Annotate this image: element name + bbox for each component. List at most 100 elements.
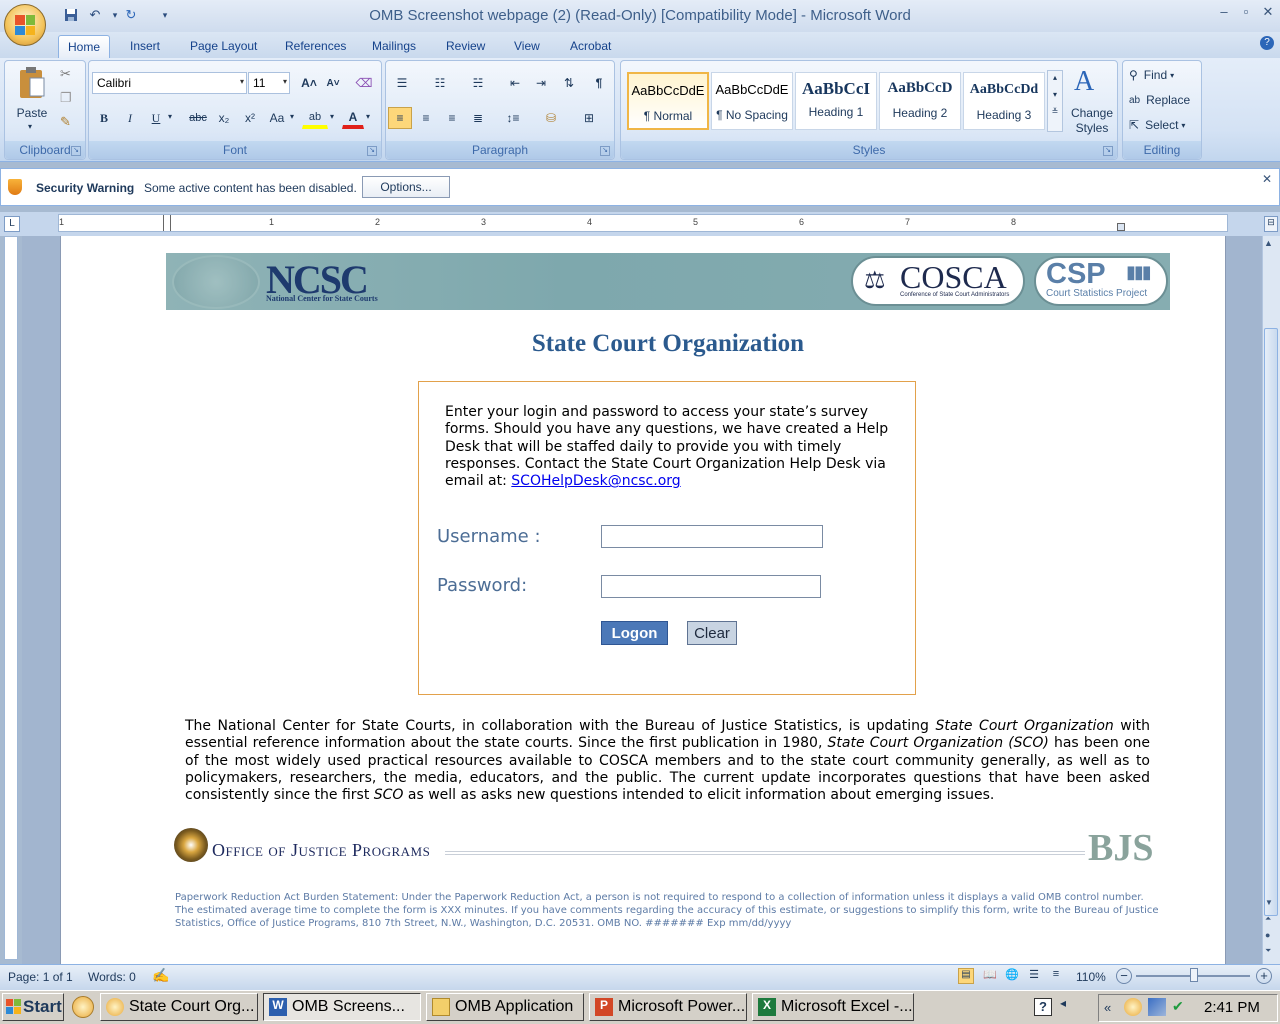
borders-icon[interactable]: ⊞ [574,107,604,129]
clear-button[interactable]: Clear [687,621,737,645]
subscript-button[interactable]: x₂ [214,107,234,129]
styles-more-icon[interactable]: ≚ [1048,107,1062,116]
styles-down-icon[interactable]: ▾ [1048,90,1062,99]
grow-font-button[interactable]: A˄ [298,72,320,94]
full-screen-reading-icon[interactable]: 📖 [982,968,998,984]
align-center-icon[interactable]: ≡ [414,107,438,129]
help-desk-email-link[interactable]: SCOHelpDesk@ncsc.org [511,473,680,489]
style-normal[interactable]: AaBbCcDdE ¶ Normal [627,72,709,130]
bold-button[interactable]: B [94,107,114,129]
shrink-font-button[interactable]: A˅ [322,72,344,94]
underline-dropdown-icon[interactable]: ▾ [168,112,172,121]
close-button[interactable]: ✕ [1258,4,1278,20]
show-hidden-icons[interactable]: « [1104,1000,1111,1015]
multilevel-list-icon[interactable]: ☵ [466,72,490,94]
clear-formatting-icon[interactable]: ⌫ [352,72,376,94]
font-size-select[interactable]: 11 ▾ [248,72,290,94]
zoom-slider-thumb[interactable] [1190,968,1198,982]
font-color-icon[interactable]: A [342,107,364,129]
change-case-dropdown-icon[interactable]: ▾ [290,112,294,121]
style-heading-2[interactable]: AaBbCcD Heading 2 [879,72,961,130]
zoom-in-icon[interactable]: + [1256,968,1272,984]
bullets-icon[interactable]: ☰ [390,72,414,94]
scroll-down-icon[interactable]: ▼ [1265,898,1273,907]
find-button[interactable]: ⚲ Find ▾ [1128,64,1192,86]
tab-references[interactable]: References [276,35,355,58]
change-case-button[interactable]: Aa [266,107,288,129]
right-indent-marker-icon[interactable] [1117,223,1125,231]
print-layout-icon[interactable]: ▤ [958,968,974,984]
close-security-bar-icon[interactable]: ✕ [1262,172,1272,186]
style-heading-3[interactable]: AaBbCcDd Heading 3 [963,72,1045,130]
start-button[interactable]: Start [2,993,64,1021]
taskbar-item-omb-application[interactable]: OMB Application [426,993,584,1021]
format-painter-icon[interactable]: ✎ [60,114,71,130]
strikethrough-button[interactable]: abc [184,107,212,129]
numbering-icon[interactable]: ☷ [428,72,452,94]
scrollbar-thumb[interactable] [1264,328,1278,916]
previous-page-icon[interactable]: ⏶ [1265,914,1271,924]
left-indent-marker-icon[interactable] [163,215,171,231]
align-left-icon[interactable]: ≡ [388,107,412,129]
username-input[interactable] [601,525,823,548]
paste-button[interactable]: Paste ▾ [12,66,52,136]
decrease-indent-icon[interactable]: ⇤ [504,72,526,94]
taskbar-item-powerpoint[interactable]: P Microsoft Power... [589,993,747,1021]
logon-button[interactable]: Logon [601,621,668,645]
cut-icon[interactable]: ✂ [60,66,71,82]
help-icon[interactable]: ? [1260,36,1274,50]
tab-insert[interactable]: Insert [121,35,169,58]
select-button[interactable]: ⇱ Select ▾ [1128,114,1198,136]
style-heading-1[interactable]: AaBbCcI Heading 1 [795,72,877,130]
password-input[interactable] [601,575,821,598]
next-page-icon[interactable]: ⏷ [1265,946,1271,956]
taskbar-item-state-court[interactable]: State Court Org... [100,993,258,1021]
align-right-icon[interactable]: ≡ [440,107,464,129]
select-browse-object-icon[interactable]: ● [1265,930,1270,940]
tab-acrobat[interactable]: Acrobat [561,35,620,58]
security-tray-icon[interactable]: ✔ [1172,998,1186,1016]
change-styles-button[interactable]: A Change Styles [1066,66,1116,138]
style-no-spacing[interactable]: AaBbCcDdE ¶ No Spacing [711,72,793,130]
justify-icon[interactable]: ≣ [466,107,490,129]
proofing-icon[interactable]: ✍ [152,967,169,984]
styles-up-icon[interactable]: ▴ [1048,73,1062,82]
zoom-level[interactable]: 110% [1076,970,1106,984]
draft-icon[interactable]: ≡ [1048,968,1064,984]
line-spacing-icon[interactable]: ↕≡ [498,107,528,129]
clipboard-launcher-icon[interactable]: ↘ [71,146,81,156]
taskbar-item-omb-screenshot[interactable]: W OMB Screens... [263,993,421,1021]
replace-button[interactable]: ab Replace [1128,89,1198,111]
paragraph-launcher-icon[interactable]: ↘ [600,146,610,156]
maximize-button[interactable]: ▫ [1236,4,1256,20]
word-count[interactable]: Words: 0 [88,970,136,984]
tab-mailings[interactable]: Mailings [363,35,425,58]
tab-review[interactable]: Review [437,35,494,58]
tab-page-layout[interactable]: Page Layout [181,35,266,58]
superscript-button[interactable]: x² [240,107,260,129]
quick-launch-office-icon[interactable] [72,996,94,1018]
minimize-button[interactable]: – [1214,4,1234,20]
underline-button[interactable]: U [146,107,166,129]
highlight-dropdown-icon[interactable]: ▾ [330,112,334,121]
styles-launcher-icon[interactable]: ↘ [1103,146,1113,156]
page-count[interactable]: Page: 1 of 1 [8,970,73,984]
font-family-select[interactable]: Calibri ▾ [92,72,247,94]
zoom-out-icon[interactable]: − [1116,968,1132,984]
help-tray-icon[interactable]: ? [1034,998,1052,1016]
tab-view[interactable]: View [505,35,549,58]
italic-button[interactable]: I [120,107,140,129]
options-button[interactable]: Options... [362,176,450,198]
outline-icon[interactable]: ☰ [1026,968,1042,984]
increase-indent-icon[interactable]: ⇥ [530,72,552,94]
office-tray-icon[interactable] [1124,998,1142,1016]
network-icon[interactable] [1148,998,1166,1016]
font-color-dropdown-icon[interactable]: ▾ [366,112,370,121]
sound-icon[interactable]: ◂ [1060,996,1066,1010]
scroll-up-icon[interactable]: ▲ [1264,238,1273,248]
tab-home[interactable]: Home [58,35,111,58]
web-layout-icon[interactable]: 🌐 [1004,968,1020,984]
highlight-icon[interactable]: ab [302,107,328,129]
vertical-ruler[interactable] [4,236,18,960]
copy-icon[interactable]: ❐ [60,90,72,106]
